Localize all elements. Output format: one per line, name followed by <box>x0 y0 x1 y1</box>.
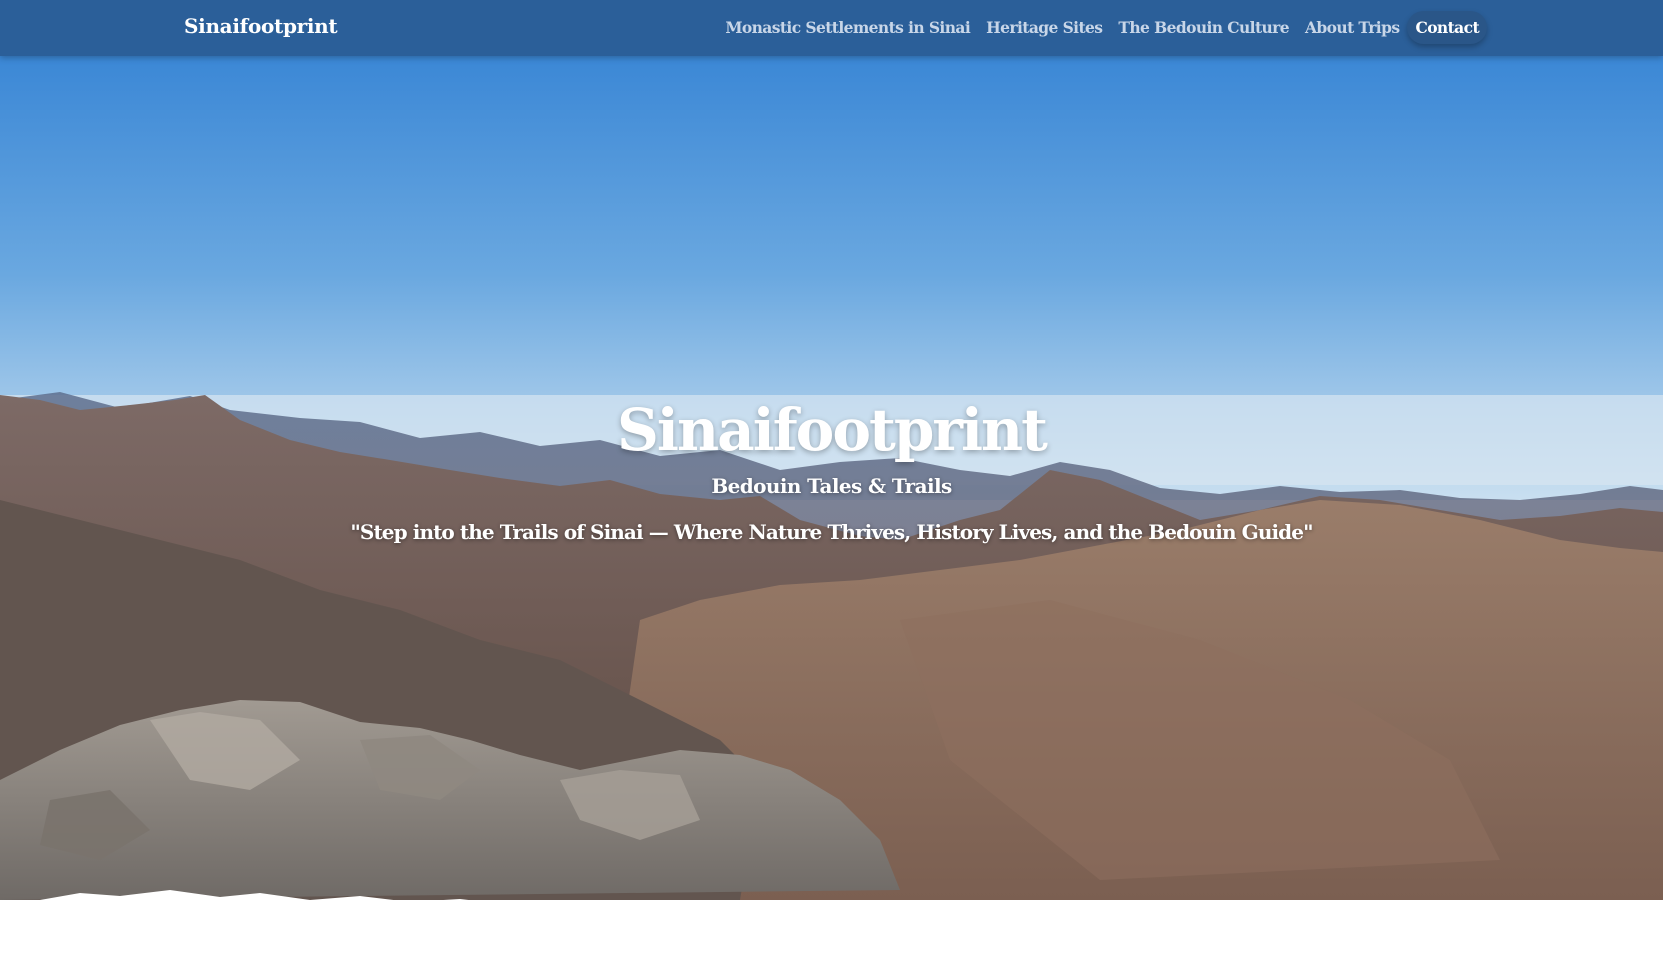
nav-link-contact[interactable]: Contact <box>1407 11 1487 44</box>
top-navbar: Sinaifootprint Monastic Settlements in S… <box>0 0 1663 56</box>
nav-link-about-trips[interactable]: About Trips <box>1297 11 1407 44</box>
nav-link-heritage-sites[interactable]: Heritage Sites <box>978 11 1110 44</box>
nav-links: Monastic Settlements in Sinai Heritage S… <box>717 11 1487 44</box>
hero-section: Sinaifootprint Bedouin Tales & Trails "S… <box>0 0 1663 962</box>
brand-logo-text[interactable]: Sinaifootprint <box>184 14 338 38</box>
hero-title: Sinaifootprint <box>617 396 1048 464</box>
nav-link-bedouin-culture[interactable]: The Bedouin Culture <box>1110 11 1297 44</box>
hero-quote: "Step into the Trails of Sinai — Where N… <box>350 520 1313 544</box>
nav-link-monastic-settlements[interactable]: Monastic Settlements in Sinai <box>717 11 978 44</box>
hero-subtitle: Bedouin Tales & Trails <box>711 474 952 498</box>
